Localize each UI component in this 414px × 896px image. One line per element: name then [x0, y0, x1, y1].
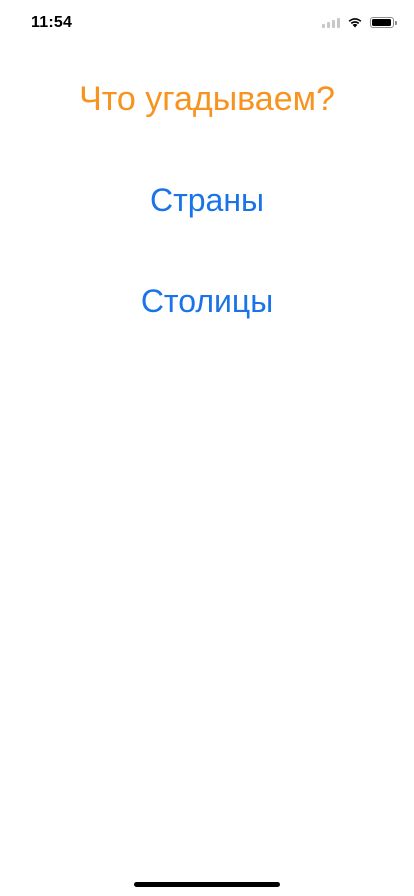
battery-icon — [370, 16, 397, 28]
countries-button[interactable]: Страны — [0, 182, 414, 219]
capitals-button[interactable]: Столицы — [0, 283, 414, 320]
cellular-signal-icon — [322, 17, 340, 28]
battery-level — [372, 18, 391, 26]
status-bar: 11:54 — [0, 0, 414, 44]
page-title: Что угадываем? — [79, 80, 335, 118]
status-time: 11:54 — [31, 14, 73, 31]
status-icons — [322, 16, 397, 28]
wifi-icon — [348, 18, 362, 28]
home-indicator[interactable] — [134, 882, 280, 887]
